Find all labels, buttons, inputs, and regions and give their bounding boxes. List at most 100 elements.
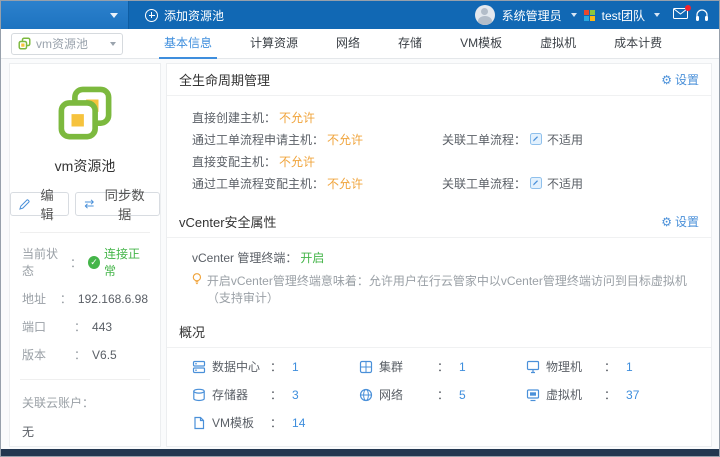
cluster-icon <box>359 360 373 374</box>
vm-template-icon <box>192 416 206 430</box>
tab-cost-billing[interactable]: 成本计费 <box>595 29 681 59</box>
overview-item-vm: 虚拟机 ： 37 <box>526 386 699 403</box>
lifecycle-title: 全生命周期管理 <box>179 70 270 89</box>
edit-button[interactable]: 编辑 <box>10 192 69 216</box>
terminal-status-row: vCenter 管理终端： 开启 <box>192 246 699 268</box>
overview-grid: 数据中心 ： 1 集群 ： 1 <box>167 348 711 445</box>
overview-item-cluster: 集群 ： 1 <box>359 358 526 375</box>
resources-section-header: 可用资源 <box>167 445 711 447</box>
user-menu[interactable]: 系统管理员 <box>502 7 562 24</box>
workspace-select[interactable] <box>1 1 129 29</box>
address-row: 地址 ： 192.168.6.98 <box>22 290 148 307</box>
overview-item-datastore: 存储器 ： 3 <box>192 386 359 403</box>
port-value: 443 <box>92 320 112 334</box>
add-resource-pool-button[interactable]: 添加资源池 <box>145 7 224 24</box>
pool-summary-panel: vm资源池 编辑 ⇄ 同步数据 当前状态 ： <box>9 63 161 447</box>
overview-section-header: 概况 <box>167 316 711 347</box>
status-badge: ✓ 连接正常 <box>88 245 148 279</box>
notification-dot <box>685 5 691 11</box>
terminal-tip: 开启vCenter管理终端意味着：允许用户在行云管家中以vCenter管理终端访… <box>192 272 699 306</box>
check-circle-icon: ✓ <box>88 256 100 269</box>
team-menu[interactable]: test团队 <box>602 7 645 24</box>
lifecycle-row-reconfigure-workflow: 通过工单流程变配主机： 不允许 关联工单流程： 不适用 <box>192 172 699 194</box>
edit-button-label: 编辑 <box>34 185 60 223</box>
overview-item-datacenter: 数据中心 ： 1 <box>192 358 359 375</box>
secondary-toolbar: vm资源池 基本信息 计算资源 网络 存储 VM模板 虚拟机 成本计费 <box>1 29 719 59</box>
bottom-taskbar <box>1 449 719 456</box>
lifecycle-settings-button[interactable]: ⚙ 设置 <box>661 71 699 88</box>
tab-network[interactable]: 网络 <box>317 29 379 59</box>
virtual-machine-icon <box>526 388 540 402</box>
detail-panel: 全生命周期管理 ⚙ 设置 直接创建主机： 不允许 通过工单流程申请主机： <box>166 63 712 447</box>
cloud-account-label: 关联云账户： <box>10 380 160 411</box>
datacenter-count-link[interactable]: 1 <box>292 360 299 374</box>
overview-title: 概况 <box>179 322 205 341</box>
chevron-down-icon <box>110 13 118 18</box>
sync-button-label: 同步数据 <box>98 185 151 223</box>
pencil-icon <box>19 199 30 210</box>
workflow-doc-icon <box>530 133 542 145</box>
gear-icon: ⚙ <box>661 74 672 86</box>
content-area: vm资源池 编辑 ⇄ 同步数据 当前状态 ： <box>1 59 719 449</box>
overview-item-network: 网络 ： 5 <box>359 386 526 403</box>
version-row: 版本 ： V6.5 <box>22 346 148 363</box>
datacenter-icon <box>192 360 206 374</box>
top-navbar: 添加资源池 系统管理员 test团队 <box>1 1 719 29</box>
tab-compute-resources[interactable]: 计算资源 <box>231 29 317 59</box>
security-section-header: vCenter安全属性 ⚙ 设置 <box>167 206 711 237</box>
cluster-count-link[interactable]: 1 <box>459 360 466 374</box>
pool-select-value: vm资源池 <box>36 35 88 52</box>
port-row: 端口 ： 443 <box>22 318 148 335</box>
lightbulb-icon <box>192 272 202 286</box>
datastore-count-link[interactable]: 3 <box>292 388 299 402</box>
pool-title: vm资源池 <box>10 156 160 176</box>
security-title: vCenter安全属性 <box>179 212 277 231</box>
tab-virtual-machines[interactable]: 虚拟机 <box>521 29 595 59</box>
address-value: 192.168.6.98 <box>78 292 148 306</box>
tab-storage[interactable]: 存储 <box>379 29 441 59</box>
datastore-icon <box>192 388 206 402</box>
gear-icon: ⚙ <box>661 216 672 228</box>
lifecycle-row-apply-workflow: 通过工单流程申请主机： 不允许 关联工单流程： 不适用 <box>192 128 699 150</box>
lifecycle-section-header: 全生命周期管理 ⚙ 设置 <box>167 64 711 95</box>
sync-arrows-icon: ⇄ <box>84 197 94 211</box>
status-value: 连接正常 <box>104 245 148 279</box>
cloud-account-value: 无 <box>10 411 160 440</box>
security-settings-button[interactable]: ⚙ 设置 <box>661 213 699 230</box>
vapp-pool-icon <box>58 86 112 140</box>
physical-host-icon <box>526 360 540 374</box>
messages-button[interactable] <box>673 8 688 22</box>
status-label: 当前状态 <box>22 245 70 279</box>
template-count-link[interactable]: 14 <box>292 416 305 430</box>
pool-select-dropdown[interactable]: vm资源池 <box>11 33 123 55</box>
lifecycle-row-reconfigure: 直接变配主机： 不允许 <box>192 150 699 172</box>
status-row: 当前状态 ： ✓ 连接正常 <box>22 245 148 279</box>
network-icon <box>359 388 373 402</box>
topbar-right-cluster: 系统管理员 test团队 <box>475 5 719 25</box>
tab-bar: 基本信息 计算资源 网络 存储 VM模板 虚拟机 成本计费 <box>145 29 681 59</box>
team-grid-icon <box>584 10 595 21</box>
sync-data-button[interactable]: ⇄ 同步数据 <box>75 192 160 216</box>
lifecycle-row-create: 直接创建主机： 不允许 <box>192 106 699 128</box>
user-avatar[interactable] <box>475 5 495 25</box>
vapp-mini-icon <box>18 37 31 50</box>
version-value: V6.5 <box>92 348 117 362</box>
plus-circle-icon <box>145 9 158 22</box>
overview-item-host: 物理机 ： 1 <box>526 358 699 375</box>
host-count-link[interactable]: 1 <box>626 360 633 374</box>
network-count-link[interactable]: 5 <box>459 388 466 402</box>
tab-basic-info[interactable]: 基本信息 <box>145 29 231 59</box>
headset-icon[interactable] <box>695 9 709 22</box>
chevron-down-icon <box>110 42 116 46</box>
app-window: 添加资源池 系统管理员 test团队 <box>0 0 720 457</box>
port-label: 端口 <box>22 318 74 335</box>
overview-item-template: VM模板 ： 14 <box>192 414 359 431</box>
tab-vm-templates[interactable]: VM模板 <box>441 29 521 59</box>
vm-count-link[interactable]: 37 <box>626 388 639 402</box>
add-resource-pool-label: 添加资源池 <box>164 7 224 24</box>
chevron-down-icon <box>654 13 660 17</box>
terminal-status-value: 开启 <box>300 249 324 266</box>
chevron-down-icon <box>571 13 577 17</box>
workflow-doc-icon <box>530 177 542 189</box>
version-label: 版本 <box>22 346 74 363</box>
